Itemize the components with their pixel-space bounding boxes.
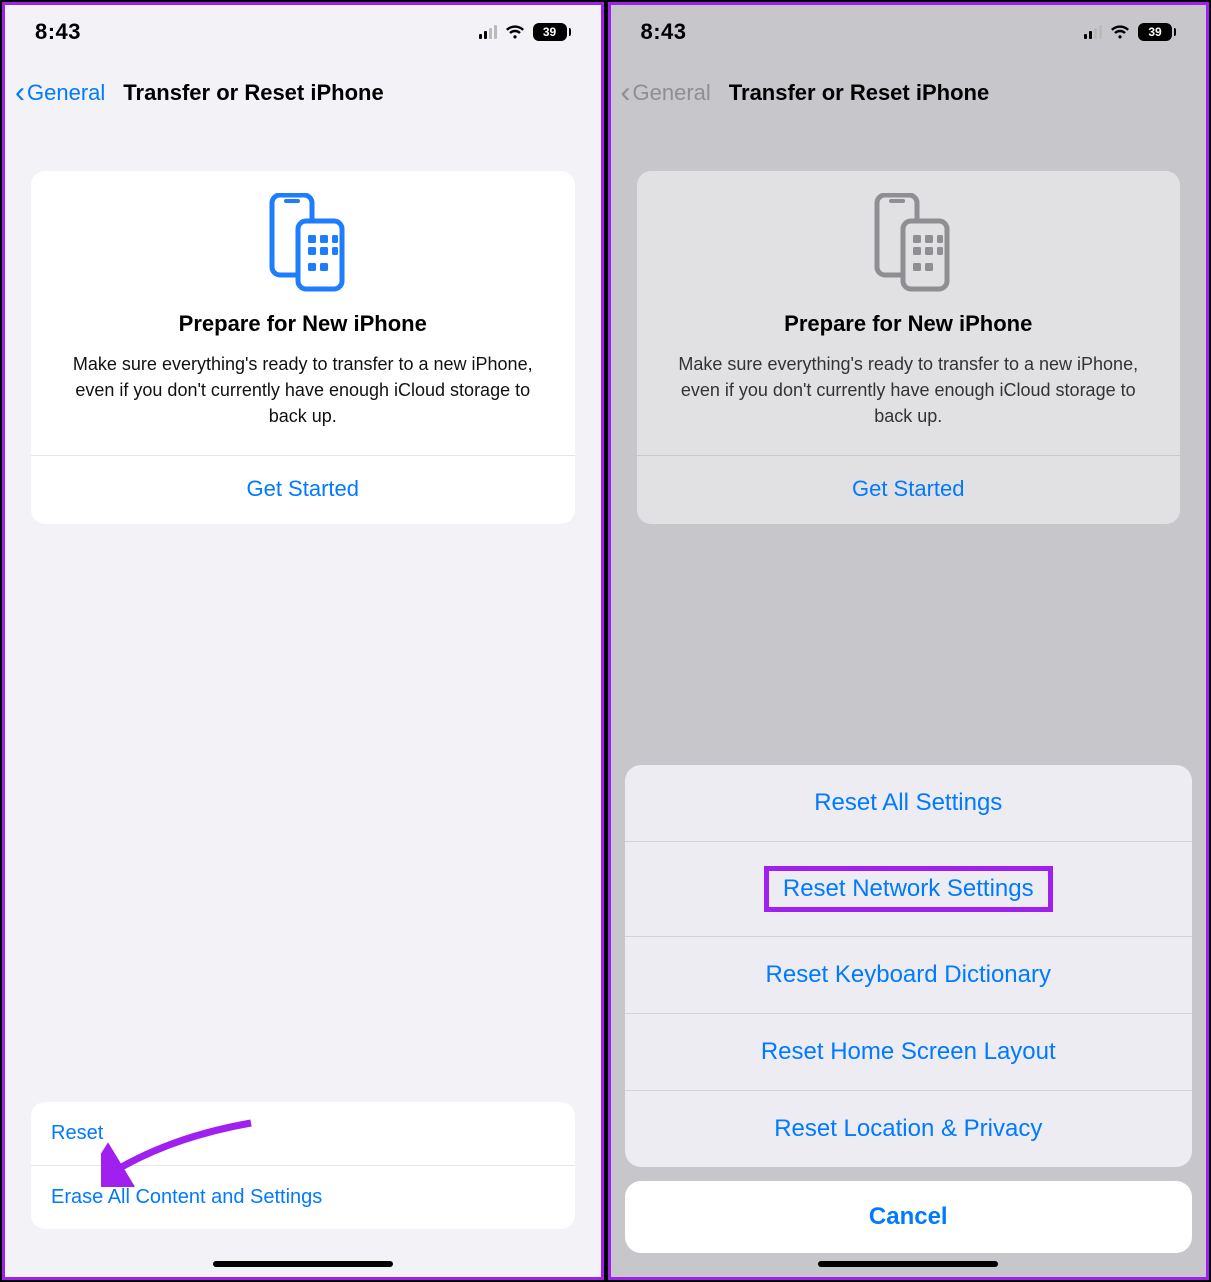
back-button[interactable]: General bbox=[27, 80, 105, 106]
sheet-item-reset-location-privacy[interactable]: Reset Location & Privacy bbox=[625, 1090, 1193, 1167]
sheet-item-reset-network-settings[interactable]: Reset Network Settings bbox=[625, 841, 1193, 936]
status-icons: 39 bbox=[479, 23, 571, 41]
annotation-highlight: Reset Network Settings bbox=[764, 866, 1053, 912]
erase-all-row[interactable]: Erase All Content and Settings bbox=[31, 1165, 575, 1229]
phone-screenshot-left: 8:43 39 ‹ General Transfer or Reset iPho… bbox=[2, 2, 604, 1280]
battery-icon: 39 bbox=[1138, 23, 1176, 41]
back-button: General bbox=[633, 80, 711, 106]
sheet-item-reset-home-screen-layout[interactable]: Reset Home Screen Layout bbox=[625, 1013, 1193, 1090]
home-indicator[interactable] bbox=[818, 1261, 998, 1267]
home-indicator[interactable] bbox=[213, 1261, 393, 1267]
card-title: Prepare for New iPhone bbox=[31, 311, 575, 337]
card-title: Prepare for New iPhone bbox=[637, 311, 1181, 337]
devices-icon bbox=[637, 193, 1181, 293]
reset-action-sheet: Reset All Settings Reset Network Settings… bbox=[625, 765, 1193, 1253]
cellular-icon bbox=[1084, 25, 1102, 39]
card-description: Make sure everything's ready to transfer… bbox=[31, 351, 575, 455]
navigation-bar: ‹ General Transfer or Reset iPhone bbox=[611, 63, 1207, 123]
cellular-icon bbox=[479, 25, 497, 39]
status-icons: 39 bbox=[1084, 23, 1176, 41]
navigation-bar: ‹ General Transfer or Reset iPhone bbox=[5, 63, 601, 123]
battery-icon: 39 bbox=[533, 23, 571, 41]
prepare-card: Prepare for New iPhone Make sure everyth… bbox=[637, 171, 1181, 524]
get-started-button[interactable]: Get Started bbox=[31, 456, 575, 524]
page-title: Transfer or Reset iPhone bbox=[729, 80, 989, 106]
sheet-item-reset-keyboard-dictionary[interactable]: Reset Keyboard Dictionary bbox=[625, 936, 1193, 1013]
back-chevron-icon: ‹ bbox=[621, 78, 631, 108]
status-bar: 8:43 39 bbox=[611, 5, 1207, 59]
status-time: 8:43 bbox=[35, 19, 81, 45]
card-description: Make sure everything's ready to transfer… bbox=[637, 351, 1181, 455]
wifi-icon bbox=[505, 24, 525, 40]
phone-screenshot-right: 8:43 39 ‹ General Transfer or Reset iPho… bbox=[608, 2, 1210, 1280]
cancel-button[interactable]: Cancel bbox=[625, 1181, 1193, 1253]
back-chevron-icon[interactable]: ‹ bbox=[15, 78, 25, 108]
sheet-item-reset-all-settings[interactable]: Reset All Settings bbox=[625, 765, 1193, 841]
devices-icon bbox=[31, 193, 575, 293]
action-sheet-group: Reset All Settings Reset Network Settings… bbox=[625, 765, 1193, 1167]
get-started-button: Get Started bbox=[637, 456, 1181, 524]
status-bar: 8:43 39 bbox=[5, 5, 601, 59]
status-time: 8:43 bbox=[641, 19, 687, 45]
prepare-card: Prepare for New iPhone Make sure everyth… bbox=[31, 171, 575, 524]
reset-row[interactable]: Reset bbox=[31, 1102, 575, 1165]
bottom-option-list: Reset Erase All Content and Settings bbox=[31, 1102, 575, 1229]
page-title: Transfer or Reset iPhone bbox=[123, 80, 383, 106]
wifi-icon bbox=[1110, 24, 1130, 40]
